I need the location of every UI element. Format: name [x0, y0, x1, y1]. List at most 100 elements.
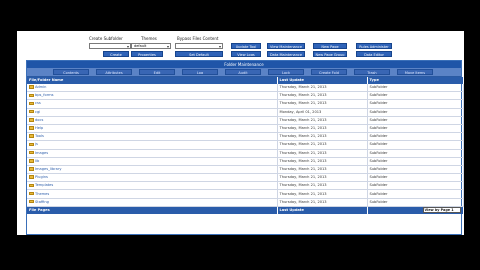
- view-maintenance-button[interactable]: View Maintenance: [267, 43, 305, 49]
- tab-log[interactable]: Log: [182, 69, 218, 75]
- properties-button[interactable]: Properties: [131, 51, 163, 57]
- table-row[interactable]: Themes Thursday, March 21, 2013 SubFolder: [27, 189, 464, 199]
- row-type: SubFolder: [367, 165, 464, 175]
- folder-table: File/Folder Name Last Update Type Admin T…: [27, 77, 464, 214]
- view-page-select[interactable]: View by Page 1: [422, 207, 461, 214]
- new-page-button[interactable]: New Page: [313, 43, 347, 49]
- folder-icon: [29, 93, 34, 98]
- tab-attributes[interactable]: Attributes: [96, 69, 132, 75]
- set-default-button[interactable]: Set Default: [175, 51, 223, 57]
- row-name-cell[interactable]: Themes: [27, 189, 278, 199]
- row-name[interactable]: bps_forms: [35, 93, 53, 97]
- table-row[interactable]: docs Thursday, March 21, 2013 SubFolder: [27, 116, 464, 125]
- tab-lock[interactable]: Lock: [268, 69, 304, 75]
- row-date: Thursday, March 21, 2013: [277, 198, 368, 207]
- screen: Create Subfolder Themes Bypass Files Con…: [0, 0, 480, 270]
- row-name[interactable]: Themes: [35, 192, 49, 196]
- table-row[interactable]: bps_forms Thursday, March 21, 2013 SubFold…: [27, 91, 464, 101]
- table-row[interactable]: js Thursday, March 21, 2013 SubFolder: [27, 140, 464, 150]
- row-name[interactable]: cgi: [35, 110, 40, 114]
- tab-contents[interactable]: Contents: [53, 69, 89, 75]
- table-row[interactable]: css Thursday, March 21, 2013 SubFolder: [27, 99, 464, 109]
- row-name[interactable]: Staffing: [35, 200, 49, 204]
- row-name-cell[interactable]: Templates: [27, 181, 278, 191]
- column-header-type[interactable]: Type: [367, 77, 464, 84]
- subfolder-input[interactable]: [89, 43, 131, 49]
- row-name[interactable]: lib: [35, 159, 39, 163]
- row-name[interactable]: Templates: [35, 183, 53, 187]
- row-date: Thursday, March 21, 2013: [277, 132, 368, 142]
- footer-name: File Pages: [27, 206, 278, 214]
- row-name-cell[interactable]: lib: [27, 157, 278, 166]
- tab-trash[interactable]: Trash: [354, 69, 390, 75]
- row-date: Thursday, March 21, 2013: [277, 124, 368, 134]
- row-name-cell[interactable]: css: [27, 99, 278, 109]
- table-row[interactable]: Help Thursday, March 21, 2013 SubFolder: [27, 124, 464, 134]
- table-row[interactable]: Admin Thursday, March 21, 2013 SubFolder: [27, 84, 464, 93]
- folder-icon: [29, 101, 34, 106]
- table-row[interactable]: Staffing Thursday, March 21, 2013 SubFolde…: [27, 198, 464, 207]
- row-name[interactable]: Admin: [35, 85, 46, 89]
- row-date: Thursday, March 21, 2013: [277, 181, 368, 191]
- row-date: Thursday, March 21, 2013: [277, 189, 368, 199]
- row-type: SubFolder: [367, 108, 464, 117]
- row-name-cell[interactable]: cgi: [27, 108, 278, 117]
- row-name-cell[interactable]: Images: [27, 149, 278, 158]
- folder-icon: [29, 126, 34, 130]
- row-name[interactable]: js: [35, 142, 38, 146]
- create-button[interactable]: Create: [103, 51, 129, 57]
- bypass-select[interactable]: [175, 43, 223, 49]
- row-name[interactable]: docs: [35, 118, 43, 122]
- folder-icon: [29, 150, 34, 155]
- row-name[interactable]: css: [35, 101, 41, 105]
- data-maintenance-button[interactable]: Data Maintenance: [267, 51, 305, 57]
- table-row[interactable]: Images_library Thursday, March 21, 2013 Su…: [27, 165, 464, 175]
- new-page-group-button[interactable]: New Page Group: [313, 51, 347, 57]
- row-name-cell[interactable]: docs: [27, 116, 278, 125]
- row-name-cell[interactable]: bps_forms: [27, 91, 278, 101]
- panel-tabs: Contents Attributes Edit Log Audit Lock …: [27, 68, 461, 77]
- rules-administer-button[interactable]: Rules Administer: [356, 43, 392, 49]
- tab-move-items[interactable]: Move Items: [397, 69, 433, 75]
- row-name[interactable]: Tools: [35, 134, 44, 138]
- column-header-name[interactable]: File/Folder Name: [27, 77, 278, 84]
- browser-page: Create Subfolder Themes Bypass Files Con…: [17, 31, 464, 235]
- table-row[interactable]: Templates Thursday, March 21, 2013 SubFold…: [27, 181, 464, 191]
- row-name[interactable]: Help: [35, 126, 43, 130]
- theme-select[interactable]: default: [131, 43, 171, 49]
- folder-icon: [29, 142, 34, 147]
- column-header-last-update[interactable]: Last Update: [277, 77, 368, 84]
- row-name-cell[interactable]: Help: [27, 124, 278, 134]
- view-logs-button[interactable]: View Logs: [231, 51, 261, 57]
- row-type: SubFolder: [367, 84, 464, 93]
- tab-create-fold[interactable]: Create Fold: [311, 69, 347, 75]
- row-type: SubFolder: [367, 189, 464, 199]
- row-name-cell[interactable]: Admin: [27, 84, 278, 93]
- tab-audit[interactable]: Audit: [225, 69, 261, 75]
- row-name-cell[interactable]: Plugins: [27, 173, 278, 183]
- table-row[interactable]: Tools Thursday, March 21, 2013 SubFolder: [27, 132, 464, 142]
- footer-type: View by Page 1: [367, 206, 464, 214]
- row-type: SubFolder: [367, 124, 464, 134]
- table-row[interactable]: cgi Monday, April 01, 2013 SubFolder: [27, 108, 464, 117]
- row-name[interactable]: Images: [35, 151, 48, 155]
- tab-edit[interactable]: Edit: [139, 69, 175, 75]
- row-name-cell[interactable]: js: [27, 140, 278, 150]
- row-date: Thursday, March 21, 2013: [277, 140, 368, 150]
- table-row[interactable]: Plugins Thursday, March 21, 2013 SubFolder: [27, 173, 464, 183]
- update-tool-button[interactable]: Update Tool: [231, 43, 261, 49]
- row-name-cell[interactable]: Staffing: [27, 198, 278, 207]
- row-name-cell[interactable]: Tools: [27, 132, 278, 142]
- table-row[interactable]: lib Thursday, March 21, 2013 SubFolder: [27, 157, 464, 166]
- folder-icon: [29, 85, 34, 89]
- data-editor-button[interactable]: Data Editor: [356, 51, 392, 57]
- letterbox-top: [0, 0, 480, 31]
- row-name[interactable]: Plugins: [35, 175, 48, 179]
- row-name[interactable]: Images_library: [35, 167, 62, 171]
- row-date: Thursday, March 21, 2013: [277, 157, 368, 166]
- row-type: SubFolder: [367, 116, 464, 125]
- row-type: SubFolder: [367, 157, 464, 166]
- table-row[interactable]: Images Thursday, March 21, 2013 SubFolder: [27, 149, 464, 158]
- row-date: Thursday, March 21, 2013: [277, 165, 368, 175]
- row-name-cell[interactable]: Images_library: [27, 165, 278, 175]
